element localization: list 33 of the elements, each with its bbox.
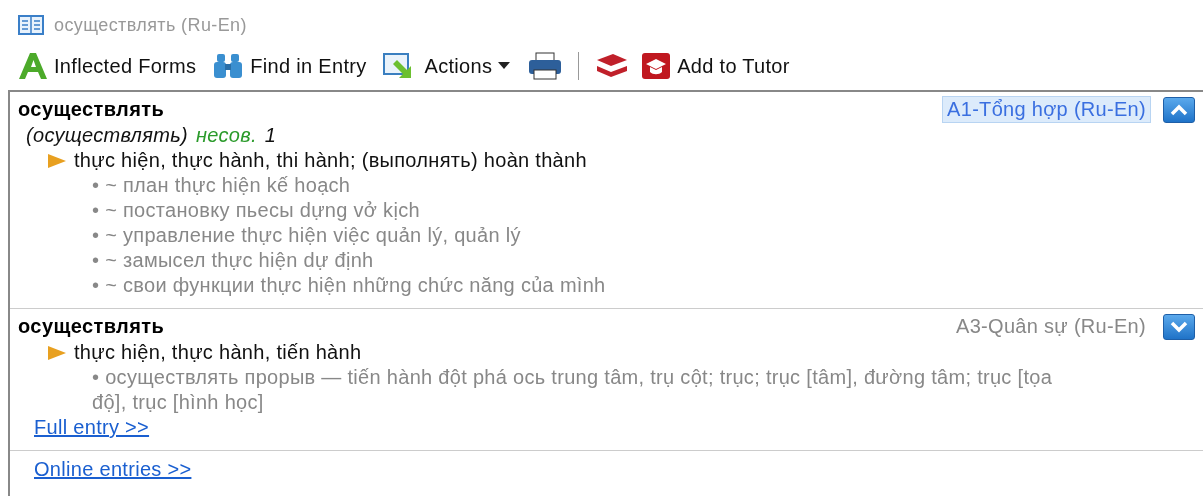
online-entries-link[interactable]: Online entries >> — [34, 457, 192, 482]
example-text: • ~ постановку пьесы dựng vở kịch — [92, 198, 420, 223]
collapse-button[interactable] — [1163, 96, 1195, 123]
example-text: • ~ план thực hiện kế hoạch — [92, 173, 351, 198]
full-entry-link[interactable]: Full entry >> — [34, 415, 150, 440]
graduation-cap-icon — [641, 52, 672, 80]
example-text: • осуществлять прорыв — tiến hành đột phá ось trung tâm, trụ cột; trục; trục [tâm], đường tâm; trục [tọa độ], trục [hình học] — [92, 365, 1054, 415]
aspect-label: несов. — [195, 123, 257, 148]
sense-text: thực hiện, thực hành, tiến hành — [74, 340, 362, 365]
headword: осуществлять — [18, 315, 165, 338]
triangle-icon — [48, 153, 66, 168]
expand-button[interactable] — [1163, 313, 1195, 340]
triangle-icon — [48, 345, 66, 360]
example-text: • ~ свои функции thực hiện những chức năng của mình — [92, 273, 606, 298]
example-text: • ~ замысел thực hiện dự định — [92, 248, 374, 273]
headword: осуществлять — [18, 98, 165, 121]
letter-icon — [18, 52, 48, 80]
chevron-down-icon — [1170, 320, 1188, 333]
chevron-up-icon — [1170, 103, 1188, 116]
binoculars-icon — [212, 52, 245, 80]
dictionary-name[interactable]: A3-Quân sự (Ru-En) — [951, 313, 1151, 340]
toolbar-button[interactable]: Add to Tutor — [639, 50, 798, 82]
toolbar-menu-button[interactable]: Actions — [380, 50, 519, 82]
sense-number: 1 — [264, 123, 277, 148]
dictionary-icon — [18, 15, 44, 35]
toolbar-button[interactable]: Find in Entry — [210, 50, 375, 82]
caret-icon — [498, 62, 511, 70]
example-text: • ~ управление thực hiện việc quản lý, quản lý — [92, 223, 521, 248]
toolbar-button[interactable]: Inflected Forms — [16, 50, 205, 82]
word-form: (осуществлять) — [26, 123, 188, 148]
dictionary-name[interactable]: A1-Tổng hợp (Ru-En) — [942, 96, 1151, 123]
window-title: осуществлять (Ru-En) — [54, 14, 247, 36]
sense-text: thực hiện, thực hành, thi hành; (выполнять) hoàn thành — [74, 148, 587, 173]
